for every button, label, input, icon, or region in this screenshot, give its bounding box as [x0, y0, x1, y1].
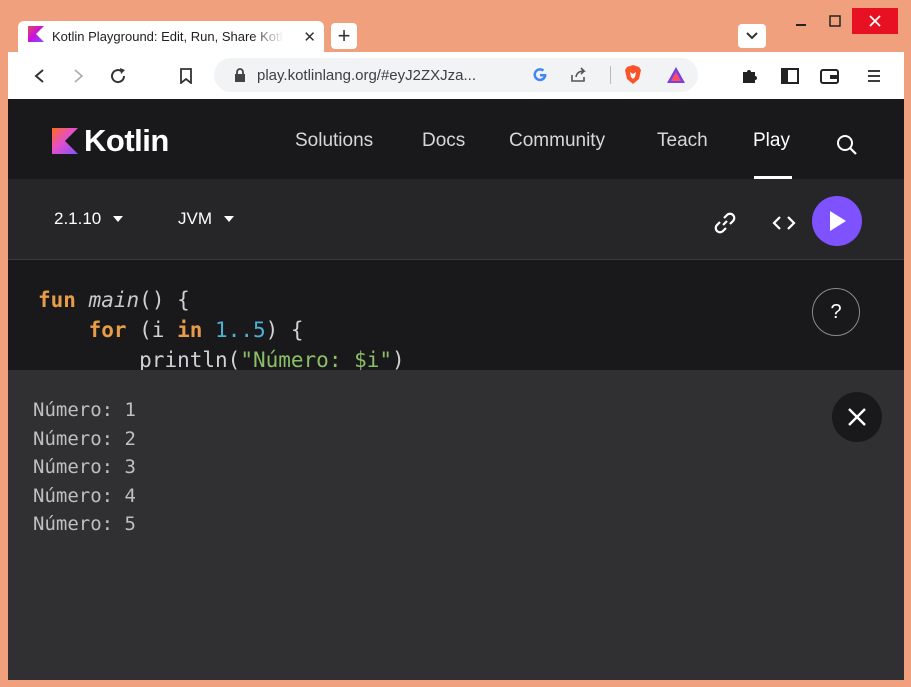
- close-icon: [869, 15, 881, 27]
- wallet-icon: [820, 69, 839, 84]
- caret-down-icon: [113, 216, 124, 222]
- nav-play[interactable]: Play: [753, 130, 790, 152]
- back-button[interactable]: [28, 64, 52, 88]
- keyword: in: [177, 318, 203, 342]
- output-panel: Número: 1 Número: 2 Número: 3 Número: 4 …: [8, 370, 904, 680]
- tab-strip: Kotlin Playground: Edit, Run, Share Kotl…: [8, 6, 904, 52]
- code-punct: (i: [126, 318, 178, 342]
- output-line: Número: 1: [33, 399, 136, 421]
- kotlin-logo[interactable]: Kotlin: [52, 123, 169, 159]
- editor-toolbar: 2.1.10 JVM: [8, 179, 904, 260]
- embed-code-icon[interactable]: [772, 215, 796, 231]
- search-icon[interactable]: [836, 134, 858, 156]
- logo-text: Kotlin: [84, 123, 169, 158]
- tab-title: Kotlin Playground: Edit, Run, Share Kotl…: [52, 29, 284, 44]
- wallet-button[interactable]: [818, 64, 842, 88]
- site-header: Kotlin Solutions Docs Community Teach Pl…: [8, 99, 904, 179]
- extensions-button[interactable]: [738, 64, 762, 88]
- play-icon: [830, 211, 846, 231]
- menu-button[interactable]: [862, 64, 886, 88]
- code-editor[interactable]: fun main() { for (i in 1..5) { println("…: [8, 260, 904, 372]
- forward-arrow-icon: [74, 69, 84, 83]
- chevron-down-icon: [746, 32, 758, 40]
- browser-toolbar: play.kotlinlang.org/#eyJ2ZXJza...: [8, 52, 904, 99]
- close-output-button[interactable]: [832, 392, 882, 442]
- close-icon: [848, 408, 866, 426]
- share-icon[interactable]: [570, 67, 588, 83]
- code-line-3: println("Número: $i"): [38, 348, 405, 372]
- code-punct: () {: [139, 288, 190, 312]
- address-bar[interactable]: play.kotlinlang.org/#eyJ2ZXJza...: [214, 58, 698, 92]
- new-tab-button[interactable]: +: [331, 23, 357, 49]
- sidebar-icon: [781, 68, 799, 84]
- close-window-button[interactable]: [852, 8, 898, 34]
- browser-tab[interactable]: Kotlin Playground: Edit, Run, Share Kotl…: [18, 21, 324, 52]
- function-name: main: [88, 288, 140, 312]
- nav-docs[interactable]: Docs: [422, 130, 465, 152]
- nav-community[interactable]: Community: [509, 130, 605, 152]
- minimize-button[interactable]: [784, 6, 818, 36]
- platform-dropdown[interactable]: JVM: [178, 209, 234, 229]
- reload-icon: [111, 68, 126, 84]
- brave-shield-icon[interactable]: [624, 65, 642, 85]
- tab-search-button[interactable]: [738, 24, 766, 48]
- output-line: Número: 3: [33, 456, 136, 478]
- lock-icon: [235, 68, 245, 82]
- platform-value: JVM: [178, 209, 212, 228]
- sidebar-button[interactable]: [778, 64, 802, 88]
- separator: [610, 66, 611, 84]
- google-icon[interactable]: [532, 67, 548, 83]
- browser-window: Kotlin Playground: Edit, Run, Share Kotl…: [8, 6, 904, 680]
- link-icon[interactable]: [712, 212, 740, 234]
- kotlin-logo-icon: [52, 128, 78, 154]
- output-line: Número: 2: [33, 427, 136, 450]
- help-button[interactable]: ?: [812, 288, 860, 336]
- puzzle-icon: [743, 70, 757, 83]
- caret-down-icon: [224, 216, 234, 222]
- range-literal: 1..5: [215, 318, 266, 342]
- forward-button[interactable]: [66, 64, 90, 88]
- nav-solutions[interactable]: Solutions: [295, 130, 373, 152]
- tab-close-icon[interactable]: ✕: [303, 28, 316, 46]
- keyword: fun: [38, 288, 76, 312]
- function-call: println(: [139, 348, 241, 372]
- url-text: play.kotlinlang.org/#eyJ2ZXJza...: [257, 67, 477, 84]
- back-arrow-icon: [34, 69, 44, 83]
- menu-icon: [868, 70, 880, 82]
- output-line: Número: 5: [33, 513, 136, 535]
- kotlin-favicon-icon: [28, 26, 44, 47]
- bookmark-icon: [180, 68, 192, 84]
- run-button[interactable]: [812, 196, 862, 246]
- code-line-1: fun main() {: [38, 288, 190, 312]
- keyword: for: [88, 318, 127, 342]
- output-line: Número: 4: [33, 484, 136, 507]
- code-line-2: for (i in 1..5) {: [38, 318, 304, 342]
- maximize-icon: [829, 15, 841, 27]
- version-dropdown[interactable]: 2.1.10: [54, 209, 124, 229]
- string-literal: "Número: $i": [240, 348, 393, 372]
- bookmark-button[interactable]: [174, 64, 198, 88]
- brave-rewards-icon[interactable]: [666, 66, 686, 84]
- minimize-icon: [796, 24, 806, 26]
- code-punct: ): [392, 348, 405, 372]
- reload-button[interactable]: [106, 64, 130, 88]
- maximize-button[interactable]: [818, 6, 852, 36]
- output-lines: Número: 1 Número: 2 Número: 3 Número: 4 …: [33, 396, 136, 539]
- version-value: 2.1.10: [54, 209, 102, 228]
- nav-teach[interactable]: Teach: [657, 130, 708, 152]
- code-punct: ) {: [265, 318, 304, 342]
